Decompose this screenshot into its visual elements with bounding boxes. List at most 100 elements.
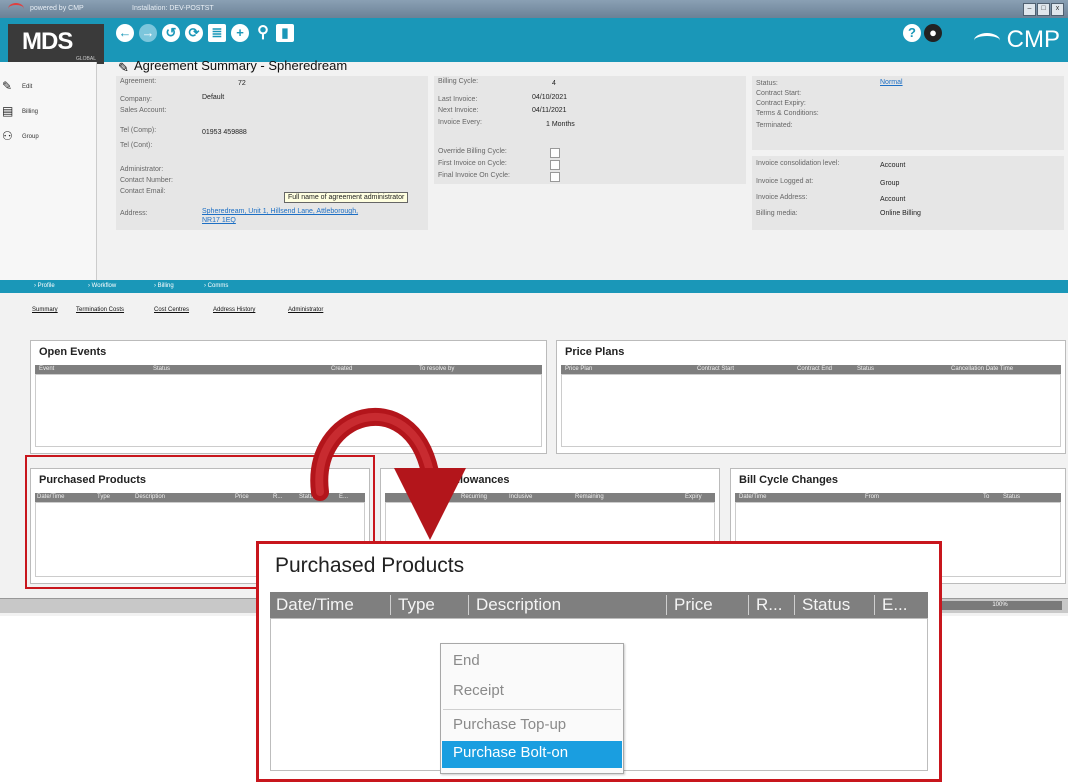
search-icon[interactable]: ⚲ [254,24,272,42]
mds-logo: MDS GLOBAL [8,24,104,64]
override-billing-checkbox[interactable] [550,148,560,158]
status-label: Status: [756,80,778,87]
subtab-termination-costs[interactable]: Termination Costs [76,307,124,313]
price-plans-table[interactable] [561,374,1061,447]
zoom-col-status[interactable]: Status [802,595,850,615]
tab-bar: › Profile › Workflow › Billing › Comms [0,280,1068,293]
consolidation-value: Account [880,162,906,169]
col-status[interactable]: Status [153,366,170,372]
powered-by-text: powered by CMP [30,5,84,12]
col-bc-status[interactable]: Status [1003,494,1020,500]
cmp-mini-logo [8,3,24,15]
zoom-col-price[interactable]: Price [674,595,713,615]
minimize-button[interactable]: – [1023,3,1036,16]
menu-item-end[interactable]: End [453,652,480,669]
status-value-link[interactable]: Normal [880,79,903,86]
tel-cont-label: Tel (Cont): [120,142,153,149]
address-link-line1[interactable]: Spheredream, Unit 1, Hillsend Lane, Attl… [202,208,358,215]
billing-media-label: Billing media: [756,210,798,217]
subtab-summary[interactable]: Summary [32,307,58,313]
tab-billing[interactable]: › Billing [154,283,174,289]
tab-comms[interactable]: › Comms [204,283,228,289]
col-bc-from[interactable]: From [865,494,879,500]
zoom-col-separator [468,595,469,615]
last-invoice-value: 04/10/2021 [532,94,568,101]
agreement-doc-icon: ✎ [118,60,129,75]
company-value: Default [202,94,225,101]
administrator-tooltip: Full name of agreement administrator [284,192,409,203]
tab-workflow[interactable]: › Workflow [88,283,116,289]
col-cancellation-date[interactable]: Cancellation Date Time [951,366,1013,372]
override-billing-label: Override Billing Cycle: [438,148,507,155]
billing-panel: Billing Cycle: 4 Last Invoice: 04/10/202… [434,76,746,184]
tab-workflow-label: Workflow [91,283,117,289]
col-expiry[interactable]: Expiry [685,494,702,500]
price-plans-title: Price Plans [565,346,625,358]
contact-number-label: Contact Number: [120,177,173,184]
col-event[interactable]: Event [39,366,54,372]
nav-item-edit[interactable]: ✎ Edit [2,79,32,93]
invoice-panel: Invoice consolidation level: Account Inv… [752,156,1064,230]
col-bc-datetime[interactable]: Date/Time [739,494,766,500]
price-plans-header: Price Plan Contract Start Contract End S… [561,365,1061,374]
close-button[interactable]: x [1051,3,1064,16]
menu-item-purchase-top-up[interactable]: Purchase Top-up [453,716,566,733]
document-icon[interactable]: ▮ [276,24,294,42]
agreement-label: Agreement: [120,78,157,85]
zoom-col-r[interactable]: R... [756,595,782,615]
nav-item-billing[interactable]: ▤ Billing [2,104,39,118]
billing-cycle-value: 4 [552,80,556,87]
installation-text: Installation: DEV-POSTST [132,5,214,12]
tab-billing-label: Billing [157,283,174,289]
maximize-button[interactable]: □ [1037,3,1050,16]
zoom-col-e[interactable]: E... [882,595,908,615]
col-plan-status[interactable]: Status [857,366,874,372]
clipboard-icon[interactable]: ≣ [208,24,226,42]
menu-item-purchase-bolt-on[interactable]: Purchase Bolt-on [453,744,568,761]
callout-arrow [310,407,466,540]
final-invoice-checkbox[interactable] [550,172,560,182]
add-icon[interactable]: + [231,24,249,42]
billing-media-value: Online Billing [880,210,921,217]
invoice-logged-label: Invoice Logged at: [756,178,814,185]
tab-profile[interactable]: › Profile [34,283,55,289]
col-contract-start[interactable]: Contract Start [697,366,734,372]
address-link-line2[interactable]: NR17 1EQ [202,217,236,224]
agreement-value: 72 [238,80,246,87]
open-events-title: Open Events [39,346,107,358]
contract-expiry-label: Contract Expiry: [756,100,806,107]
help-icon[interactable]: ? [903,24,921,42]
contact-email-label: Contact Email: [120,188,166,195]
back-icon[interactable]: ← [116,24,134,42]
invoice-address-value: Account [880,196,906,203]
last-invoice-label: Last Invoice: [438,96,478,103]
edit-icon: ✎ [2,79,13,93]
logo-text: MDS [22,28,73,55]
group-icon: ⚇ [2,129,13,143]
zoom-col-separator [390,595,391,615]
col-bc-to[interactable]: To [983,494,989,500]
final-invoice-label: Final Invoice On Cycle: [438,172,510,179]
first-invoice-checkbox[interactable] [550,160,560,170]
refresh-icon[interactable]: ⟳ [185,24,203,42]
nav-label-billing: Billing [22,109,39,115]
subtab-administrator[interactable]: Administrator [288,307,323,313]
sales-account-label: Sales Account: [120,107,167,114]
menu-item-receipt[interactable]: Receipt [453,682,504,699]
zoom-col-description[interactable]: Description [476,595,561,615]
col-price-plan[interactable]: Price Plan [565,366,592,372]
forward-icon[interactable]: → [139,24,157,42]
col-remaining[interactable]: Remaining [575,494,604,500]
subtab-address-history[interactable]: Address History [213,307,255,313]
zoom-col-type[interactable]: Type [398,595,435,615]
status-panel: Status: Normal Contract Start: Contract … [752,76,1064,150]
tel-comp-value: 01953 459888 [202,129,247,136]
history-icon[interactable]: ↺ [162,24,180,42]
zoom-col-datetime[interactable]: Date/Time [276,595,354,615]
col-contract-end[interactable]: Contract End [797,366,832,372]
nav-item-group[interactable]: ⚇ Group [2,129,39,143]
subtab-cost-centres[interactable]: Cost Centres [154,307,189,313]
user-icon[interactable]: ● [924,24,942,42]
context-menu: End Receipt Purchase Top-up Purchase Bol… [440,643,624,774]
col-inclusive[interactable]: Inclusive [509,494,532,500]
